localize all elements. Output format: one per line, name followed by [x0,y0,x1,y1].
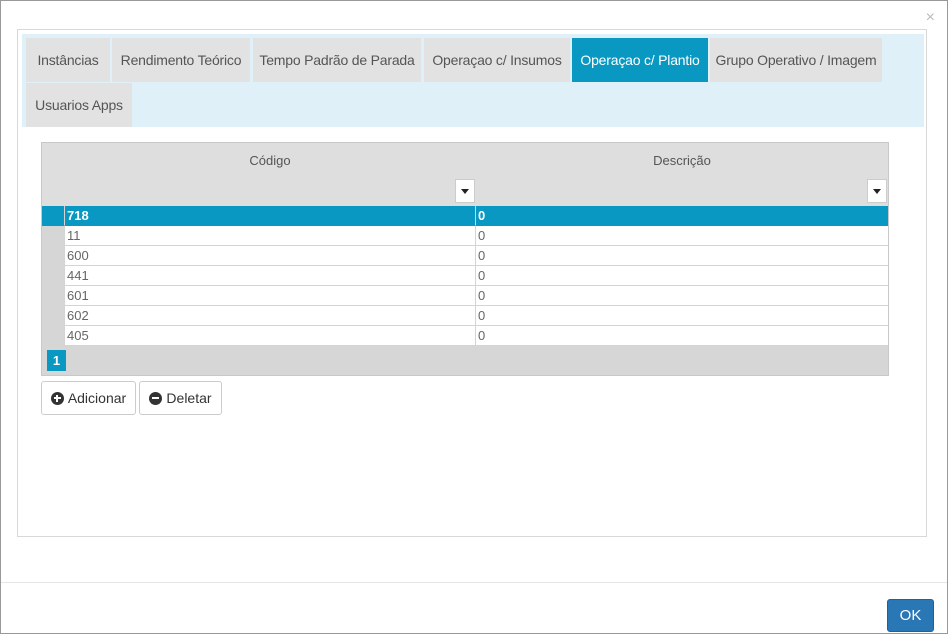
row-selector[interactable] [42,226,64,246]
table-row[interactable]: 600 0 [42,246,888,266]
tab-operacao-insumos[interactable]: Operaçao c/ Insumos [424,38,570,82]
tab-usuarios-apps[interactable]: Usuarios Apps [26,83,132,127]
cell-descricao[interactable]: 0 [476,286,888,306]
add-button-label: Adicionar [67,390,127,406]
tab-instancias[interactable]: Instâncias [26,38,110,82]
add-button[interactable]: Adicionar [41,381,136,415]
table-row[interactable]: 405 0 [42,326,888,346]
data-grid: Código Descrição 718 0 11 0 600 0 441 0 … [41,142,889,376]
table-row[interactable]: 441 0 [42,266,888,286]
tab-rendimento-teorico[interactable]: Rendimento Teórico [112,38,250,82]
grid-rows: 718 0 11 0 600 0 441 0 601 0 602 0 405 0 [42,206,888,346]
close-icon[interactable]: × [926,9,935,27]
cell-descricao[interactable]: 0 [476,266,888,286]
grid-header: Código Descrição [42,143,888,206]
cell-codigo[interactable]: 718 [64,206,476,226]
cell-descricao[interactable]: 0 [476,306,888,326]
row-selector[interactable] [42,286,64,306]
cell-descricao[interactable]: 0 [476,226,888,246]
cell-codigo[interactable]: 11 [64,226,476,246]
descricao-filter-dropdown[interactable] [867,179,887,203]
row-selector[interactable] [42,266,64,286]
delete-button[interactable]: Deletar [139,381,222,415]
table-row[interactable]: 601 0 [42,286,888,306]
column-header-descricao[interactable]: Descrição [476,153,888,168]
cell-codigo[interactable]: 441 [64,266,476,286]
minus-circle-icon [149,391,163,405]
table-row[interactable]: 602 0 [42,306,888,326]
cell-codigo[interactable]: 601 [64,286,476,306]
pager-page-1[interactable]: 1 [47,350,66,371]
footer-divider [1,582,947,583]
cell-codigo[interactable]: 600 [64,246,476,266]
ok-button[interactable]: OK [887,599,934,632]
table-row[interactable]: 718 0 [42,206,888,226]
tab-operacao-plantio[interactable]: Operaçao c/ Plantio [572,38,708,82]
tab-grupo-operativo-imagem[interactable]: Grupo Operativo / Imagem [710,38,882,82]
cell-descricao[interactable]: 0 [476,326,888,346]
cell-codigo[interactable]: 602 [64,306,476,326]
caret-down-icon [461,188,469,194]
caret-down-icon [873,188,881,194]
dialog: × Instâncias Rendimento Teórico Tempo Pa… [0,0,948,634]
cell-codigo[interactable]: 405 [64,326,476,346]
column-header-codigo[interactable]: Código [64,153,476,168]
row-selector[interactable] [42,206,64,226]
plus-circle-icon [50,391,64,405]
cell-descricao[interactable]: 0 [476,246,888,266]
delete-button-label: Deletar [166,390,212,406]
row-selector[interactable] [42,326,64,346]
table-row[interactable]: 11 0 [42,226,888,246]
row-selector[interactable] [42,306,64,326]
row-selector[interactable] [42,246,64,266]
codigo-filter-dropdown[interactable] [455,179,475,203]
tab-tempo-padrao-de-parada[interactable]: Tempo Padrão de Parada [253,38,421,82]
dialog-body: Instâncias Rendimento Teórico Tempo Padr… [17,29,927,537]
tab-bar: Instâncias Rendimento Teórico Tempo Padr… [22,34,924,127]
cell-descricao[interactable]: 0 [476,206,888,226]
